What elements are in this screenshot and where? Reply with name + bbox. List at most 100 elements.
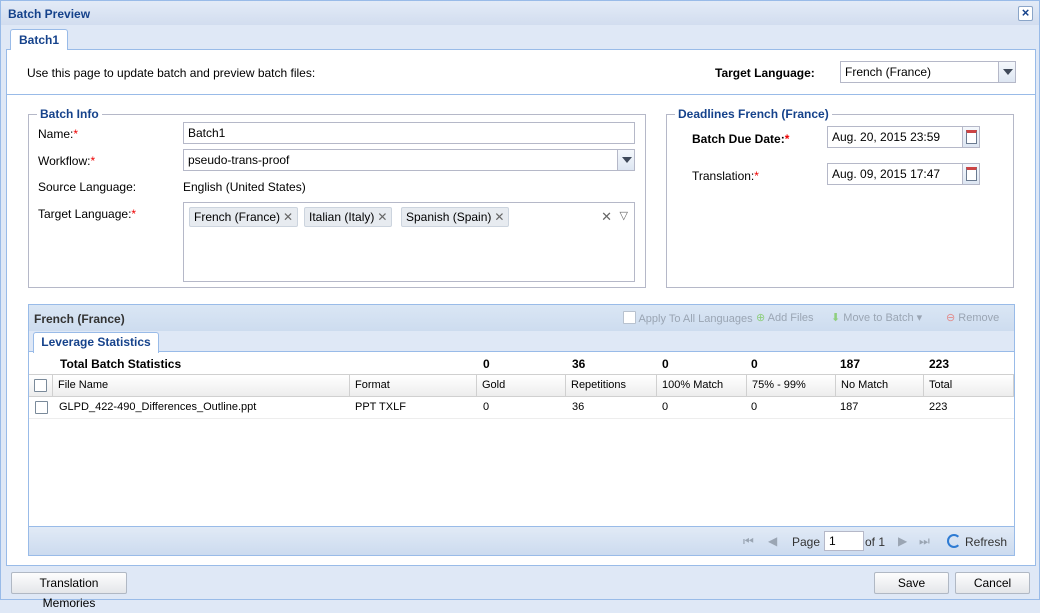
col-total[interactable]: Total bbox=[924, 375, 1014, 396]
remove-button[interactable]: ⊖ Remove bbox=[946, 311, 999, 324]
tag-french: French (France) ✕ bbox=[189, 207, 299, 227]
batch-preview-window: Batch Preview × Batch1 Use this page to … bbox=[0, 0, 1040, 610]
totals-repetitions: 36 bbox=[572, 357, 586, 371]
name-label-text: Name: bbox=[38, 127, 74, 141]
first-page-icon[interactable]: ⏮ bbox=[743, 534, 754, 549]
col-match100[interactable]: 100% Match bbox=[657, 375, 747, 396]
tag-italian: Italian (Italy) ✕ bbox=[304, 207, 393, 227]
chevron-down-icon[interactable] bbox=[617, 150, 634, 170]
tag-label: Spanish (Spain) bbox=[406, 210, 492, 224]
cell-file-name: GLPD_422-490_Differences_Outline.ppt bbox=[59, 401, 257, 413]
name-field[interactable]: Batch1 bbox=[183, 122, 635, 144]
tag-label: French (France) bbox=[194, 210, 281, 224]
col-file-name[interactable]: File Name bbox=[53, 375, 350, 396]
col-match75[interactable]: 75% - 99% bbox=[747, 375, 836, 396]
chevron-down-icon[interactable] bbox=[998, 62, 1015, 82]
col-repetitions[interactable]: Repetitions bbox=[566, 375, 657, 396]
batch-due-date-value: Aug. 20, 2015 23:59 bbox=[832, 130, 941, 144]
cell-format: PPT TXLF bbox=[355, 401, 406, 413]
target-language-field-label-text: Target Language: bbox=[38, 207, 132, 221]
tab-batch1[interactable]: Batch1 bbox=[10, 29, 68, 51]
grid-panel-header: French (France) Apply To All Languages ⊕… bbox=[29, 305, 1014, 331]
refresh-icon[interactable] bbox=[947, 534, 961, 548]
required-mark: * bbox=[754, 169, 759, 183]
grid-panel: French (France) Apply To All Languages ⊕… bbox=[28, 304, 1015, 556]
remove-label: Remove bbox=[958, 312, 1000, 324]
tag-label: Italian (Italy) bbox=[309, 210, 375, 224]
source-language-value: English (United States) bbox=[183, 180, 306, 194]
translation-label: Translation:* bbox=[692, 169, 759, 183]
cell-gold: 0 bbox=[483, 401, 490, 413]
page-label: Page bbox=[792, 535, 821, 549]
checkbox-icon bbox=[623, 311, 636, 324]
col-gold[interactable]: Gold bbox=[477, 375, 566, 396]
batch-info-legend: Batch Info bbox=[40, 107, 99, 121]
arrow-down-icon: ⬇ bbox=[831, 312, 841, 324]
separator bbox=[7, 94, 1035, 95]
save-button[interactable]: Save bbox=[874, 572, 949, 594]
grid-tab-strip: Leverage Statistics bbox=[29, 331, 1014, 353]
workflow-select[interactable]: pseudo-trans-proof bbox=[183, 149, 635, 171]
add-files-label: Add Files bbox=[767, 312, 814, 324]
window-titlebar: Batch Preview × bbox=[1, 1, 1039, 25]
target-language-value: French (France) bbox=[845, 65, 932, 79]
cell-repetitions: 36 bbox=[572, 401, 585, 413]
col-no-match[interactable]: No Match bbox=[836, 375, 924, 396]
calendar-icon[interactable] bbox=[962, 127, 979, 147]
totals-no-match: 187 bbox=[840, 357, 861, 371]
clear-icon[interactable]: ✕ bbox=[601, 209, 612, 225]
cell-total: 223 bbox=[929, 401, 948, 413]
close-icon[interactable]: × bbox=[1018, 6, 1033, 21]
apply-all-label: Apply To All Languages bbox=[638, 313, 753, 325]
close-icon[interactable]: ✕ bbox=[283, 210, 293, 224]
total-statistics-row: Total Batch Statistics 0 36 0 0 187 223 bbox=[29, 353, 1014, 374]
tab-strip: Batch1 bbox=[6, 27, 1036, 51]
add-files-button[interactable]: ⊕ Add Files bbox=[756, 311, 814, 324]
row-checkbox[interactable] bbox=[35, 401, 48, 414]
totals-match75: 0 bbox=[751, 357, 758, 371]
close-icon[interactable]: ✕ bbox=[377, 210, 387, 224]
target-language-field-label: Target Language:* bbox=[38, 207, 136, 221]
next-page-icon[interactable]: ▶ bbox=[898, 534, 907, 548]
required-mark: * bbox=[90, 154, 96, 168]
calendar-icon[interactable] bbox=[962, 164, 979, 184]
cell-no-match: 187 bbox=[840, 401, 859, 413]
refresh-button[interactable]: Refresh bbox=[965, 535, 1007, 549]
of-pages-label: of 1 bbox=[865, 535, 886, 549]
target-language-tagbox[interactable]: French (France) ✕ Italian (Italy) ✕ Spanis… bbox=[183, 202, 635, 282]
last-page-icon[interactable]: ⏭ bbox=[919, 534, 930, 549]
batch-due-date-field[interactable]: Aug. 20, 2015 23:59 bbox=[827, 126, 980, 148]
intro-text: Use this page to update batch and previe… bbox=[27, 66, 316, 80]
close-icon[interactable]: ✕ bbox=[494, 210, 504, 224]
totals-gold: 0 bbox=[483, 357, 490, 371]
select-all-checkbox[interactable] bbox=[34, 379, 47, 392]
workflow-label: Workflow:* bbox=[38, 154, 95, 168]
chevron-down-icon[interactable]: ▽ bbox=[620, 209, 628, 222]
plus-icon: ⊕ bbox=[756, 312, 766, 324]
target-language-select[interactable]: French (France) bbox=[840, 61, 1016, 83]
prev-page-icon[interactable]: ◀ bbox=[768, 534, 777, 548]
tab-leverage-statistics[interactable]: Leverage Statistics bbox=[33, 332, 159, 353]
remove-icon: ⊖ bbox=[946, 312, 956, 324]
translation-memories-button[interactable]: Translation Memories bbox=[11, 572, 127, 610]
window-title: Batch Preview bbox=[8, 7, 91, 21]
header-checkbox-cell bbox=[29, 375, 53, 396]
cancel-button[interactable]: Cancel bbox=[955, 572, 1030, 594]
col-format[interactable]: Format bbox=[350, 375, 477, 396]
chevron-down-icon: ▾ bbox=[916, 312, 923, 324]
move-to-batch-label: Move to Batch bbox=[843, 312, 914, 324]
totals-label: Total Batch Statistics bbox=[60, 357, 182, 371]
apply-all-languages-checkbox[interactable]: Apply To All Languages bbox=[623, 311, 753, 325]
page-input[interactable]: 1 bbox=[824, 531, 864, 551]
target-language-label: Target Language: bbox=[715, 66, 815, 80]
required-mark: * bbox=[73, 127, 79, 141]
name-label: Name:* bbox=[38, 127, 78, 141]
translation-date-field[interactable]: Aug. 09, 2015 17:47 bbox=[827, 163, 980, 185]
tag-spanish: Spanish (Spain) ✕ bbox=[401, 207, 510, 227]
totals-total: 223 bbox=[929, 357, 950, 371]
move-to-batch-button[interactable]: ⬇ Move to Batch ▾ bbox=[831, 311, 922, 324]
workflow-label-text: Workflow: bbox=[38, 154, 91, 168]
table-row[interactable]: GLPD_422-490_Differences_Outline.ppt PPT… bbox=[29, 397, 1014, 419]
cell-match100: 0 bbox=[662, 401, 669, 413]
batch-due-label-text: Batch Due Date: bbox=[692, 132, 785, 146]
